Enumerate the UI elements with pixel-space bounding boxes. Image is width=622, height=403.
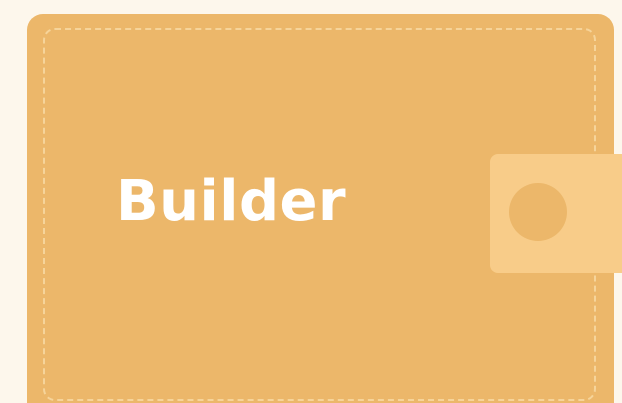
wallet-label: Builder xyxy=(116,169,347,234)
snap-button-icon xyxy=(509,183,567,241)
wallet-graphic: Builder xyxy=(0,0,622,403)
wallet-clasp-icon xyxy=(490,154,622,273)
